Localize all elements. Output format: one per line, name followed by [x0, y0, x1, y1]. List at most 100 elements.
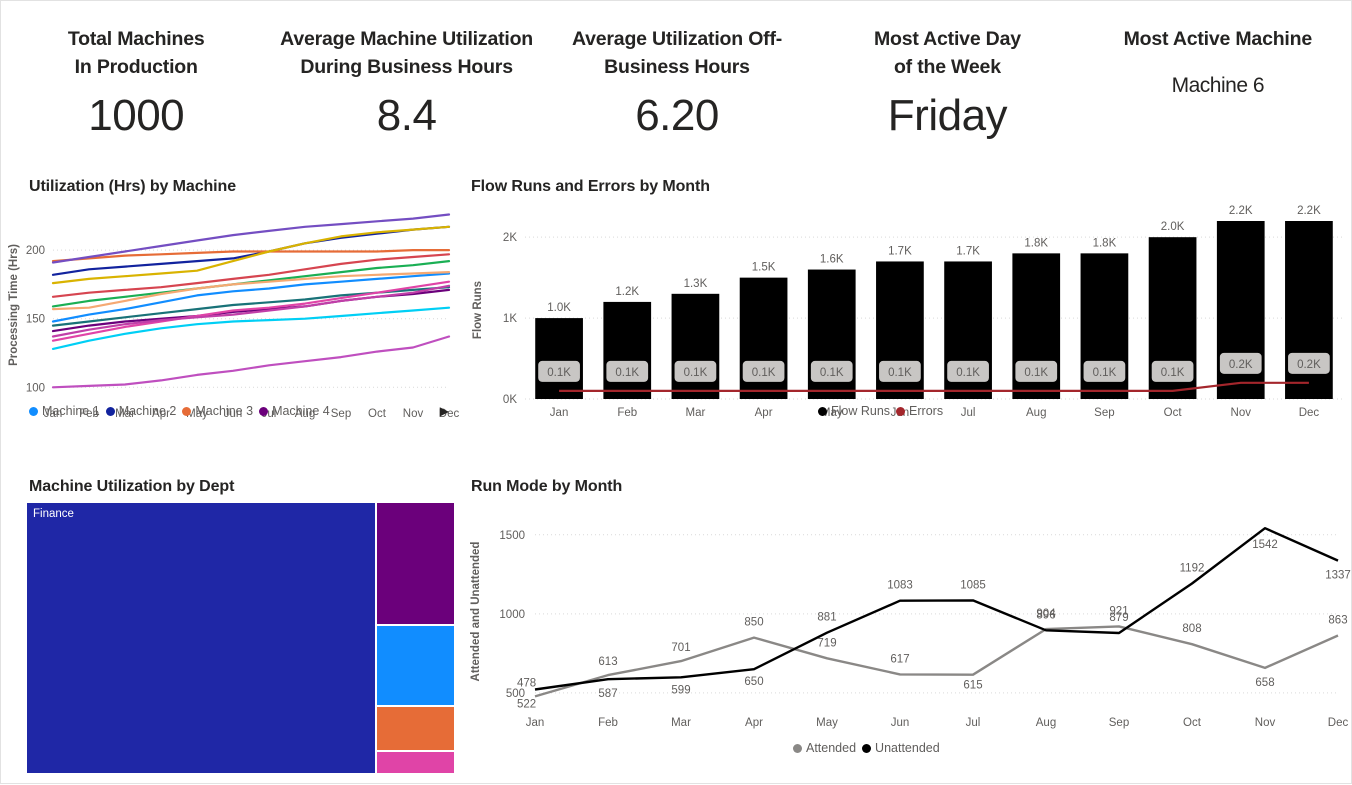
legend-label: Attended: [806, 741, 857, 755]
svg-text:1.7K: 1.7K: [956, 245, 980, 257]
svg-text:881: 881: [817, 612, 836, 624]
svg-text:1.6K: 1.6K: [820, 254, 844, 266]
svg-text:896: 896: [1036, 609, 1055, 621]
svg-text:0.2K: 0.2K: [1229, 359, 1253, 371]
kpi-card-most-active-machine[interactable]: Most Active Machine Machine 6: [1083, 1, 1352, 161]
svg-text:658: 658: [1255, 677, 1274, 689]
kpi-card-total-machines[interactable]: Total Machines In Production 1000: [1, 1, 271, 161]
svg-text:Sep: Sep: [1109, 717, 1129, 729]
svg-text:Jan: Jan: [550, 407, 569, 419]
svg-text:1192: 1192: [1180, 563, 1205, 575]
legend-item-machine-4[interactable]: Machine 4: [259, 404, 330, 418]
svg-text:Feb: Feb: [617, 407, 637, 419]
legend-item-unattended[interactable]: Unattended: [862, 741, 940, 755]
treemap-cell[interactable]: [377, 706, 454, 750]
svg-text:0.1K: 0.1K: [752, 367, 776, 379]
utilization-line-chart[interactable]: Processing Time (Hrs)100150200Jan Feb Mar A…: [1, 201, 463, 471]
kpi-value: Friday: [887, 90, 1008, 140]
svg-text:0.1K: 0.1K: [1161, 367, 1185, 379]
flow-runs-and-errors-panel: Flow Runs and Errors by Month Flow Runs 0…: [463, 161, 1352, 466]
legend-item-machine-1[interactable]: Machine 1: [29, 404, 100, 418]
kpi-title: Average Utilization Off- Business Hours: [571, 28, 783, 79]
legend-item-machine-2[interactable]: Machine 2: [105, 404, 177, 418]
svg-text:Apr: Apr: [745, 717, 763, 729]
svg-text:615: 615: [963, 680, 982, 692]
svg-text:2.2K: 2.2K: [1229, 205, 1253, 217]
svg-text:Nov: Nov: [1231, 407, 1252, 419]
panel-title: Run Mode by Month: [471, 478, 623, 495]
svg-text:701: 701: [671, 642, 690, 654]
chevron-right-icon[interactable]: ▶: [440, 404, 449, 418]
legend-dot-icon: [29, 406, 38, 416]
svg-text:850: 850: [744, 617, 763, 629]
svg-text:1.2K: 1.2K: [615, 286, 639, 298]
legend-dot-icon: [182, 406, 192, 416]
legend-item-flow-runs[interactable]: Flow Runs: [818, 404, 890, 418]
treemap-cell-finance[interactable]: Finance: [27, 503, 375, 773]
legend-dot-icon: [818, 406, 827, 416]
treemap-cell[interactable]: [377, 503, 454, 625]
flow-runs-bar-chart[interactable]: Flow Runs 0K 1K 2K 1.0K 1.2K 1.3K 1.5K 1.6K 1.7K 1…: [463, 201, 1352, 471]
kpi-value: 1000: [88, 90, 185, 140]
flow-legend: Flow Runs Errors: [818, 404, 943, 418]
svg-text:Sep: Sep: [1094, 407, 1114, 419]
svg-text:1.8K: 1.8K: [1024, 237, 1048, 249]
svg-text:0.1K: 0.1K: [888, 367, 912, 379]
legend-dot-icon: [259, 406, 269, 416]
svg-text:0K: 0K: [503, 394, 517, 406]
legend-label: Machine 3: [195, 404, 254, 418]
svg-text:863: 863: [1328, 615, 1347, 627]
svg-text:0.1K: 0.1K: [547, 367, 571, 379]
utilization-by-machine-panel: Utilization (Hrs) by Machine Processing …: [1, 161, 463, 466]
svg-text:Flow Runs: Flow Runs: [472, 281, 484, 339]
legend-dot-icon: [105, 406, 115, 416]
kpi-card-avg-utilization-business-hours[interactable]: Average Machine Utilization During Busin…: [271, 1, 541, 161]
svg-text:587: 587: [598, 688, 617, 700]
svg-text:May: May: [816, 717, 838, 729]
svg-text:200: 200: [26, 245, 45, 257]
treemap-cell[interactable]: [377, 751, 454, 773]
svg-text:Apr: Apr: [755, 407, 773, 419]
svg-text:Aug: Aug: [1026, 407, 1046, 419]
svg-text:Oct: Oct: [1164, 407, 1183, 419]
kpi-card-most-active-day[interactable]: Most Active Day of the Week Friday: [812, 1, 1082, 161]
svg-text:2K: 2K: [503, 232, 517, 244]
svg-text:Dec: Dec: [1299, 407, 1320, 419]
kpi-title: Average Machine Utilization During Busin…: [280, 28, 534, 79]
svg-text:Processing Time (Hrs): Processing Time (Hrs): [8, 244, 20, 366]
svg-text:Jul: Jul: [966, 717, 981, 729]
kpi-card-avg-utilization-off-hours[interactable]: Average Utilization Off- Business Hours …: [542, 1, 812, 161]
treemap-secondary-column: [377, 503, 454, 773]
legend-item-machine-3[interactable]: Machine 3: [182, 404, 253, 418]
utilization-legend: Machine 1 Machine 2 Machine 3 Machine 4 …: [29, 404, 449, 418]
svg-text:Nov: Nov: [1255, 717, 1276, 729]
svg-text:1.5K: 1.5K: [752, 262, 776, 274]
treemap-cell[interactable]: [377, 626, 454, 705]
legend-label: Unattended: [875, 741, 940, 755]
kpi-value: 6.20: [635, 90, 719, 140]
treemap-cell-label: Finance: [33, 508, 74, 520]
svg-text:Mar: Mar: [686, 407, 706, 419]
svg-text:1083: 1083: [887, 580, 913, 592]
svg-text:1.7K: 1.7K: [888, 245, 912, 257]
svg-text:613: 613: [598, 656, 617, 668]
svg-text:879: 879: [1109, 612, 1128, 624]
legend-item-attended[interactable]: Attended: [793, 741, 856, 755]
svg-text:1000: 1000: [499, 609, 525, 621]
legend-dot-icon: [896, 406, 906, 416]
legend-label: Machine 4: [272, 404, 330, 418]
legend-dot-icon: [862, 743, 872, 753]
svg-text:0.1K: 0.1K: [820, 367, 844, 379]
svg-text:Feb: Feb: [598, 717, 618, 729]
legend-label: Machine 2: [118, 404, 177, 418]
svg-text:0.1K: 0.1K: [1024, 367, 1048, 379]
panel-title: Utilization (Hrs) by Machine: [29, 178, 236, 195]
dept-treemap[interactable]: Finance: [27, 503, 454, 773]
kpi-title: Most Active Machine: [1123, 28, 1313, 50]
legend-item-errors[interactable]: Errors: [896, 404, 943, 418]
kpi-value: Machine 6: [1171, 74, 1265, 98]
svg-text:100: 100: [26, 382, 45, 394]
svg-text:617: 617: [890, 653, 909, 665]
run-mode-line-chart[interactable]: Attended and Unattended50010001500478613…: [463, 499, 1352, 759]
svg-text:150: 150: [26, 314, 45, 326]
